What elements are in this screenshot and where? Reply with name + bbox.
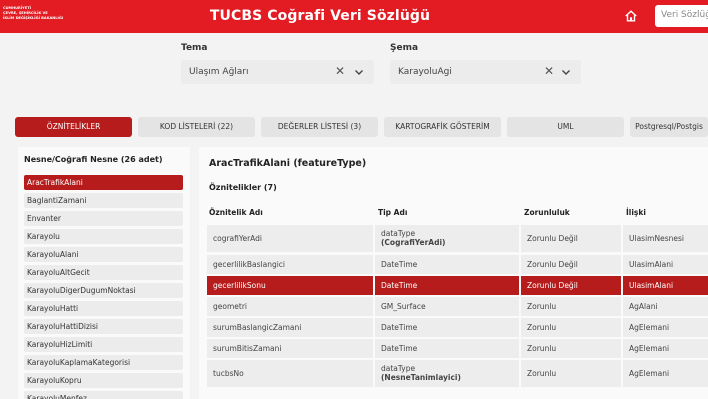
app-header: CUMHURİYETİ ÇEVRE, ŞEHİRCİLİK VE İKLİM D… xyxy=(0,0,708,33)
feature-title: AracTrafikAlani (featureType) xyxy=(209,158,367,169)
table-row[interactable]: gecerlilikSonu DateTime Zorunlu Değil Ul… xyxy=(207,276,708,295)
requirement: Zorunlu xyxy=(521,318,621,337)
feature-list-title: Nesne/Coğrafi Nesne (26 adet) xyxy=(24,155,163,164)
requirement: Zorunlu xyxy=(521,339,621,358)
list-item[interactable]: KarayoluHizLimiti xyxy=(24,337,183,352)
list-item[interactable]: KarayoluHattiDizisi xyxy=(24,319,183,334)
tema-label: Tema xyxy=(181,43,208,53)
table-row[interactable]: surumBaslangicZamani DateTime Zorunlu Ag… xyxy=(207,318,708,337)
attribute-type: GM_Surface xyxy=(375,297,519,316)
relation: AgElemani xyxy=(623,339,708,358)
home-icon[interactable] xyxy=(624,9,638,23)
relation: AgAlani xyxy=(623,297,708,316)
list-item[interactable]: AracTrafikAlani xyxy=(24,175,183,190)
attribute-type: DateTime xyxy=(375,318,519,337)
attribute-name: cografiYerAdi xyxy=(207,225,373,252)
tab-degerler-listesi[interactable]: DEĞERLER LİSTESİ (3) xyxy=(261,117,378,137)
feature-list-panel: Nesne/Coğrafi Nesne (26 adet) AracTrafik… xyxy=(18,147,190,399)
requirement: Zorunlu xyxy=(521,297,621,316)
list-item[interactable]: KarayoluHatti xyxy=(24,301,183,316)
tab-oznitelikler[interactable]: ÖZNİTELİKLER xyxy=(15,117,132,137)
tab-uml[interactable]: UML xyxy=(507,117,624,137)
clear-icon[interactable]: ✕ xyxy=(335,64,345,78)
table-row[interactable]: gecerlilikBaslangici DateTime Zorunlu De… xyxy=(207,255,708,274)
list-item[interactable]: KarayoluKopru xyxy=(24,373,183,388)
requirement: Zorunlu Değil xyxy=(521,225,621,252)
list-item[interactable]: KarayoluKaplamaKategorisi xyxy=(24,355,183,370)
chevron-down-icon[interactable] xyxy=(353,66,365,78)
requirement: Zorunlu Değil xyxy=(521,255,621,274)
table-row[interactable]: cografiYerAdi dataType (CografiYerAdi) Z… xyxy=(207,225,708,252)
attribute-type: DateTime xyxy=(375,339,519,358)
attribute-name: geometri xyxy=(207,297,373,316)
attribute-type: dataType (NesneTanimlayici) xyxy=(375,360,519,387)
attribute-type: dataType (CografiYerAdi) xyxy=(375,225,519,252)
sema-label: Şema xyxy=(390,43,419,53)
tema-select[interactable]: Ulaşım Ağları ✕ xyxy=(181,60,374,84)
attributes-panel: AracTrafikAlani (featureType) Öznitelikl… xyxy=(199,147,708,399)
attribute-name: gecerlilikSonu xyxy=(207,276,373,295)
clear-icon[interactable]: ✕ xyxy=(544,64,554,78)
attribute-name: surumBitisZamani xyxy=(207,339,373,358)
table-row[interactable]: tucbsNo dataType (NesneTanimlayici) Zoru… xyxy=(207,360,708,387)
type-name: dataType xyxy=(381,364,416,373)
tab-kod-listeleri[interactable]: KOD LİSTELERİ (22) xyxy=(138,117,255,137)
type-detail: (NesneTanimlayici) xyxy=(381,373,461,382)
list-item[interactable]: KarayoluMenfez xyxy=(24,391,183,399)
attribute-type: DateTime xyxy=(375,276,519,295)
list-item[interactable]: KarayoluAlani xyxy=(24,247,183,262)
attribute-type: DateTime xyxy=(375,255,519,274)
relation: UlasimAlani xyxy=(623,276,708,295)
relation: AgElemani xyxy=(623,318,708,337)
list-item[interactable]: KarayoluDigerDugumNoktasi xyxy=(24,283,183,298)
attribute-name: surumBaslangicZamani xyxy=(207,318,373,337)
sema-value: KarayoluAgi xyxy=(398,67,452,77)
requirement: Zorunlu xyxy=(521,360,621,387)
relation: AgElemani xyxy=(623,360,708,387)
app-title: TUCBS Coğrafi Veri Sözlüğü xyxy=(209,8,431,24)
table-row[interactable]: geometri GM_Surface Zorunlu AgAlani xyxy=(207,297,708,316)
chevron-down-icon[interactable] xyxy=(560,66,572,78)
tab-postgresql[interactable]: Postgresql/Postgis xyxy=(630,117,708,137)
attribute-name: gecerlilikBaslangici xyxy=(207,255,373,274)
attribute-name: tucbsNo xyxy=(207,360,373,387)
column-header: Tip Adı xyxy=(378,208,408,217)
tema-value: Ulaşım Ağları xyxy=(189,67,249,77)
list-item[interactable]: Karayolu xyxy=(24,229,183,244)
list-item[interactable]: KarayoluAltGecit xyxy=(24,265,183,280)
type-name: dataType xyxy=(381,229,416,238)
sema-select[interactable]: KarayoluAgi ✕ xyxy=(390,60,581,84)
attributes-count: Öznitelikler (7) xyxy=(209,183,277,192)
requirement: Zorunlu Değil xyxy=(521,276,621,295)
search-input[interactable]: Veri Sözlüğü xyxy=(655,5,708,27)
relation: UlasimNesnesi xyxy=(623,225,708,252)
tab-kartografik-gosterim[interactable]: KARTOGRAFİK GÖSTERİM xyxy=(384,117,501,137)
relation: UlasimAlani xyxy=(623,255,708,274)
table-row[interactable]: surumBitisZamani DateTime Zorunlu AgElem… xyxy=(207,339,708,358)
type-detail: (CografiYerAdi) xyxy=(381,238,446,247)
column-header: Zorunluluk xyxy=(524,208,570,217)
list-item[interactable]: Envanter xyxy=(24,211,183,226)
list-item[interactable]: BaglantiZamani xyxy=(24,193,183,208)
column-header: Öznitelik Adı xyxy=(209,208,263,217)
column-header: İlişki xyxy=(626,208,646,217)
